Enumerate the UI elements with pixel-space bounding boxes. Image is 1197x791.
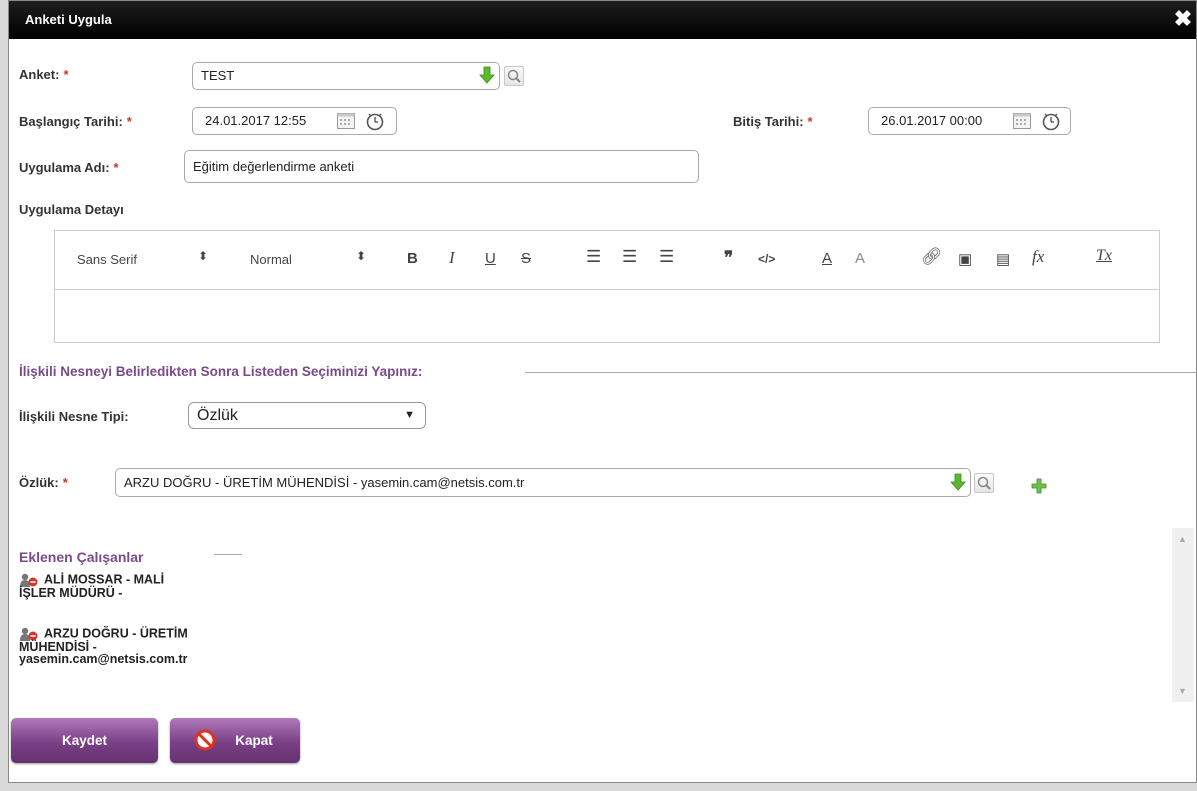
dropdown-arrow-icon[interactable] <box>479 66 495 84</box>
employee-line1: ALİ MOSSAR - MALİ <box>44 572 165 587</box>
editor-toolbar: Sans Serif ⬍ Normal ⬍ B I U S ☰ ☰ ☰ ❞ </… <box>55 231 1159 290</box>
scroll-down-icon[interactable]: ▼ <box>1178 686 1187 696</box>
start-date-label: Başlangıç Tarihi: * <box>19 114 132 129</box>
video-icon[interactable]: ▤ <box>996 250 1010 268</box>
save-button[interactable]: Kaydet <box>11 718 158 763</box>
image-icon[interactable]: ▣ <box>958 250 972 268</box>
rich-text-editor: Sans Serif ⬍ Normal ⬍ B I U S ☰ ☰ ☰ ❞ </… <box>54 230 1160 343</box>
required-mark: * <box>62 475 68 490</box>
employees-scrollbar[interactable]: ▲ ▼ <box>1172 528 1194 702</box>
remove-user-icon[interactable] <box>19 627 41 641</box>
font-color-icon[interactable]: A <box>822 250 832 267</box>
required-mark: * <box>126 114 132 129</box>
bold-icon[interactable]: B <box>407 250 418 267</box>
save-button-label: Kaydet <box>61 733 107 748</box>
employee-line1: ARZU DOĞRU - ÜRETİM <box>44 626 188 641</box>
application-name-label-text: Uygulama Adı: <box>19 160 110 175</box>
close-button-label: Kapat <box>235 733 273 748</box>
anket-input[interactable]: TEST <box>192 62 500 90</box>
italic-icon[interactable]: I <box>449 248 455 268</box>
search-icon[interactable] <box>504 66 524 86</box>
end-date-label-text: Bitiş Tarihi: <box>733 114 804 129</box>
dropdown-arrow-icon[interactable] <box>950 473 966 491</box>
related-type-select[interactable]: Özlük ▼ <box>188 402 426 429</box>
employee-line3: yasemin.cam@netsis.com.tr <box>19 652 188 666</box>
related-type-label: İlişkili Nesne Tipi: <box>19 409 129 424</box>
ozluk-input[interactable]: ARZU DOĞRU - ÜRETİM MÜHENDİSİ - yasemin.… <box>115 468 971 497</box>
add-icon[interactable] <box>1031 478 1047 494</box>
clock-icon[interactable] <box>1041 111 1061 131</box>
font-picker-arrow-icon[interactable]: ⬍ <box>198 249 208 263</box>
cancel-icon <box>194 729 216 751</box>
anket-label: Anket: * <box>19 67 69 82</box>
clock-icon[interactable] <box>365 111 385 131</box>
underline-icon[interactable]: U <box>485 250 496 267</box>
application-name-label: Uygulama Adı: * <box>19 160 119 175</box>
section-divider <box>525 372 1197 373</box>
strike-icon[interactable]: S <box>521 250 531 267</box>
chevron-down-icon: ▼ <box>404 409 415 421</box>
code-icon[interactable]: </> <box>758 252 775 266</box>
dialog-title: Anketi Uygula <box>25 12 112 27</box>
close-button[interactable]: Kapat <box>170 718 300 763</box>
calendar-icon[interactable] <box>337 113 355 129</box>
size-picker-arrow-icon[interactable]: ⬍ <box>356 249 366 263</box>
required-mark: * <box>63 67 69 82</box>
added-employees-title: Eklenen Çalışanlar <box>19 549 144 565</box>
blockquote-icon[interactable]: ❞ <box>724 248 733 268</box>
bullet-list-icon[interactable]: ☰ <box>622 247 637 267</box>
employee-item: ARZU DOĞRU - ÜRETİM MÜHENDİSİ - yasemin.… <box>19 627 219 665</box>
formula-icon[interactable]: fx <box>1032 247 1044 267</box>
close-icon[interactable]: ✖ <box>1172 7 1194 31</box>
employee-item: ALİ MOSSAR - MALİ İŞLER MÜDÜRÜ - <box>19 573 219 599</box>
required-mark: * <box>113 160 119 175</box>
scroll-up-icon[interactable]: ▲ <box>1178 534 1187 544</box>
ordered-list-icon[interactable]: ☰ <box>586 247 601 267</box>
indent-icon[interactable]: ☰ <box>659 247 674 267</box>
font-picker[interactable]: Sans Serif <box>77 252 137 267</box>
size-picker[interactable]: Normal <box>250 252 292 267</box>
related-type-value: Özlük <box>197 407 238 424</box>
ozluk-label: Özlük: * <box>19 475 68 490</box>
apply-survey-dialog: Anketi Uygula ✖ Anket: * TEST Başlangıç T… <box>8 0 1197 783</box>
calendar-icon[interactable] <box>1013 113 1031 129</box>
application-name-input[interactable]: Eğitim değerlendirme anketi <box>184 150 699 183</box>
editor-content-area[interactable] <box>55 290 1159 342</box>
required-mark: * <box>807 114 813 129</box>
background-color-icon[interactable]: A <box>855 250 865 267</box>
application-detail-label: Uygulama Detayı <box>19 202 124 217</box>
link-icon[interactable]: 🔗︎ <box>921 247 943 267</box>
employee-line2: İŞLER MÜDÜRÜ - <box>19 586 123 600</box>
related-section-title: İlişkili Nesneyi Belirledikten Sonra Lis… <box>19 364 423 379</box>
search-icon[interactable] <box>974 473 994 493</box>
employees-divider <box>214 554 242 555</box>
remove-user-icon[interactable] <box>19 573 41 587</box>
end-date-label: Bitiş Tarihi: * <box>733 114 813 129</box>
clear-format-icon[interactable]: Tx <box>1096 247 1112 265</box>
start-date-label-text: Başlangıç Tarihi: <box>19 114 123 129</box>
dialog-titlebar: Anketi Uygula ✖ <box>9 1 1196 39</box>
anket-label-text: Anket: <box>19 67 60 82</box>
ozluk-label-text: Özlük: <box>19 475 59 490</box>
